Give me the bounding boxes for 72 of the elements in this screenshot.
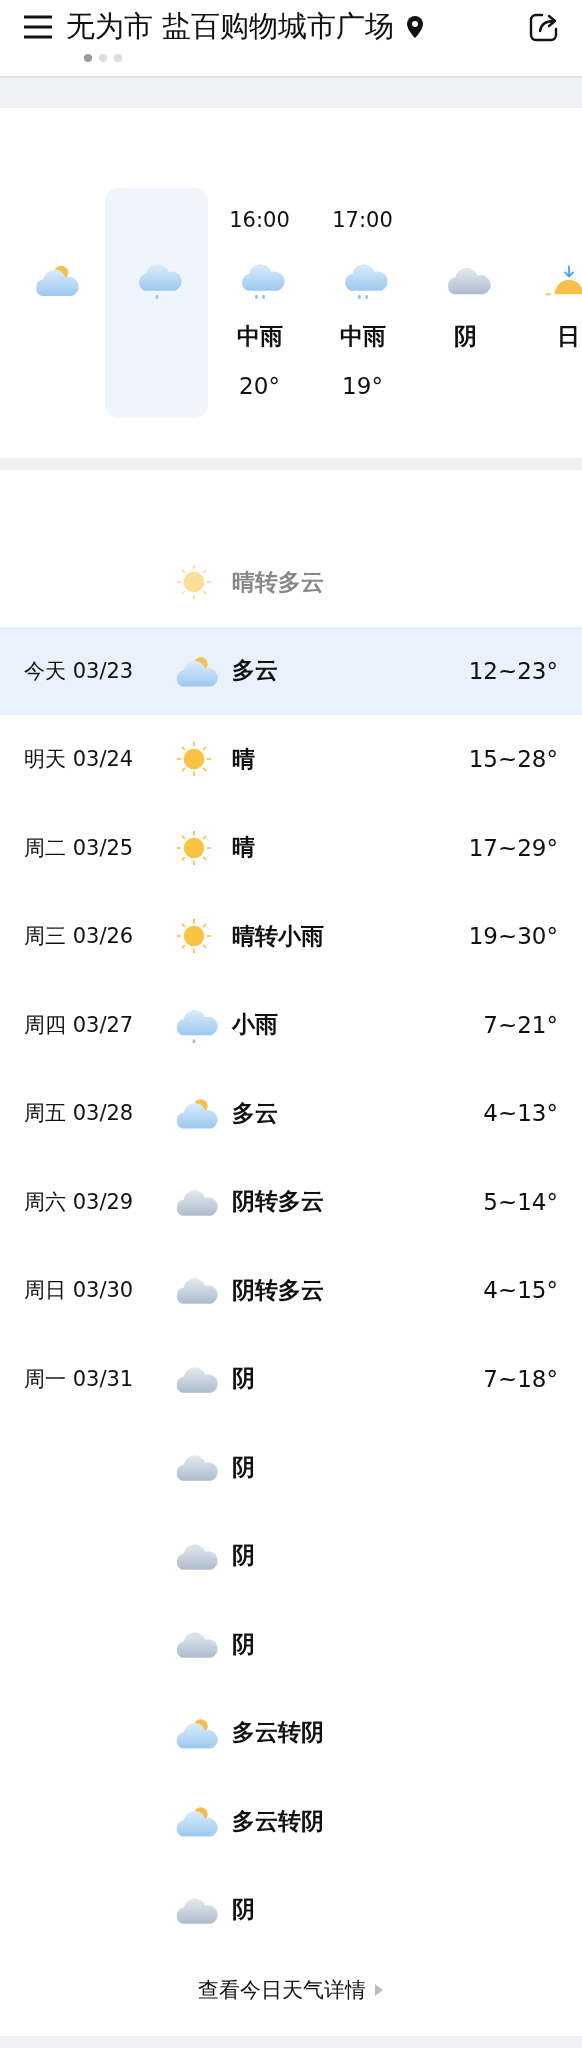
day-condition: 小雨 — [232, 1011, 278, 1038]
page-dot[interactable] — [99, 54, 107, 62]
page-dot[interactable] — [114, 54, 122, 62]
details-link[interactable]: 查看今日天气详情 — [198, 1976, 384, 2004]
day-condition: 阴 — [232, 1365, 255, 1392]
day-row[interactable]: 多云转阴 — [0, 1688, 582, 1777]
day-condition: 阴 — [232, 1896, 255, 1923]
day-row[interactable]: 周二 03/25 晴 17~29° — [0, 803, 582, 892]
day-row[interactable]: 周一 03/31 阴 7~18° — [0, 1334, 582, 1423]
hour-temperature: 19° — [342, 373, 383, 399]
day-row[interactable]: 今天 03/23 多云 12~23° — [0, 626, 582, 715]
day-date: 周三 03/26 — [24, 924, 134, 949]
day-date: 今天 03/23 — [24, 658, 134, 683]
day-condition: 晴 — [232, 745, 255, 772]
day-temperature: 4~15° — [483, 1277, 558, 1304]
page-dot[interactable] — [84, 54, 92, 62]
hour-time: 16:00 — [229, 208, 290, 232]
day-condition: 阴 — [232, 1630, 255, 1657]
hour-condition: 中雨 — [339, 321, 386, 351]
day-row[interactable]: 周六 03/29 阴转多云 5~14° — [0, 1157, 582, 1246]
day-date: 周一 03/31 — [24, 1366, 134, 1391]
day-date: 明天 03/24 — [24, 747, 134, 772]
day-date: 周六 03/29 — [24, 1189, 134, 1214]
day-row[interactable]: 周日 03/30 阴转多云 4~15° — [0, 1246, 582, 1335]
day-row[interactable]: 周五 03/28 多云 4~13° — [0, 1069, 582, 1158]
hour-condition: 中雨 — [236, 321, 283, 351]
day-condition: 阴转多云 — [232, 1188, 324, 1215]
day-date: 周二 03/25 — [24, 835, 134, 860]
share-icon[interactable] — [528, 11, 560, 43]
day-condition: 多云 — [232, 1099, 278, 1126]
day-row[interactable]: 多云转阴 — [0, 1777, 582, 1866]
day-date: 周四 03/27 — [24, 1012, 134, 1037]
day-condition: 多云 — [232, 657, 278, 684]
hour-time: 17:00 — [332, 208, 393, 232]
day-row[interactable]: 周四 03/27 小雨 7~21° — [0, 980, 582, 1069]
day-temperature: 5~14° — [483, 1188, 558, 1215]
day-temperature: 15~28° — [468, 746, 558, 773]
day-date: 周日 03/30 — [24, 1278, 134, 1303]
day-condition: 晴 — [232, 834, 255, 861]
day-row[interactable]: 阴 — [0, 1600, 582, 1689]
day-row[interactable]: 周三 03/26 晴转小雨 19~30° — [0, 892, 582, 981]
day-row[interactable]: 阴 — [0, 1865, 582, 1954]
hour-column[interactable]: 17:00 中雨 19° — [311, 188, 414, 418]
day-row[interactable]: 阴 — [0, 1423, 582, 1512]
day-row[interactable]: 明天 03/24 晴 15~28° — [0, 715, 582, 804]
hour-column[interactable]: 16:00 中雨 20° — [208, 188, 311, 418]
hour-column[interactable]: 阴 — [414, 188, 517, 418]
hour-column[interactable] — [105, 188, 208, 418]
day-condition: 晴转小雨 — [232, 922, 324, 949]
day-temperature: 7~18° — [483, 1365, 558, 1392]
day-condition: 阴 — [232, 1542, 255, 1569]
day-condition: 阴 — [232, 1453, 255, 1480]
hour-column[interactable]: 日 — [517, 188, 582, 418]
caret-icon — [374, 1983, 384, 1997]
menu-icon[interactable] — [22, 14, 54, 40]
hour-condition: 阴 — [454, 321, 477, 351]
day-condition: 多云转阴 — [232, 1807, 324, 1834]
day-temperature: 7~21° — [483, 1011, 558, 1038]
location-pin-icon — [406, 15, 425, 39]
day-condition: 晴转多云 — [232, 568, 324, 595]
day-row[interactable]: 阴 — [0, 1511, 582, 1600]
day-temperature: 17~29° — [468, 834, 558, 861]
day-temperature: 12~23° — [468, 657, 558, 684]
day-temperature: 4~13° — [483, 1100, 558, 1127]
hour-temperature: 20° — [239, 373, 280, 399]
hour-condition: 日 — [557, 321, 580, 351]
location-title: 无为市 盐百购物城市广场 — [66, 8, 395, 45]
day-temperature: 19~30° — [468, 923, 558, 950]
day-condition: 多云转阴 — [232, 1719, 324, 1746]
day-row[interactable]: 晴转多云 — [0, 538, 582, 627]
day-date: 周五 03/28 — [24, 1101, 134, 1126]
day-condition: 阴转多云 — [232, 1276, 324, 1303]
